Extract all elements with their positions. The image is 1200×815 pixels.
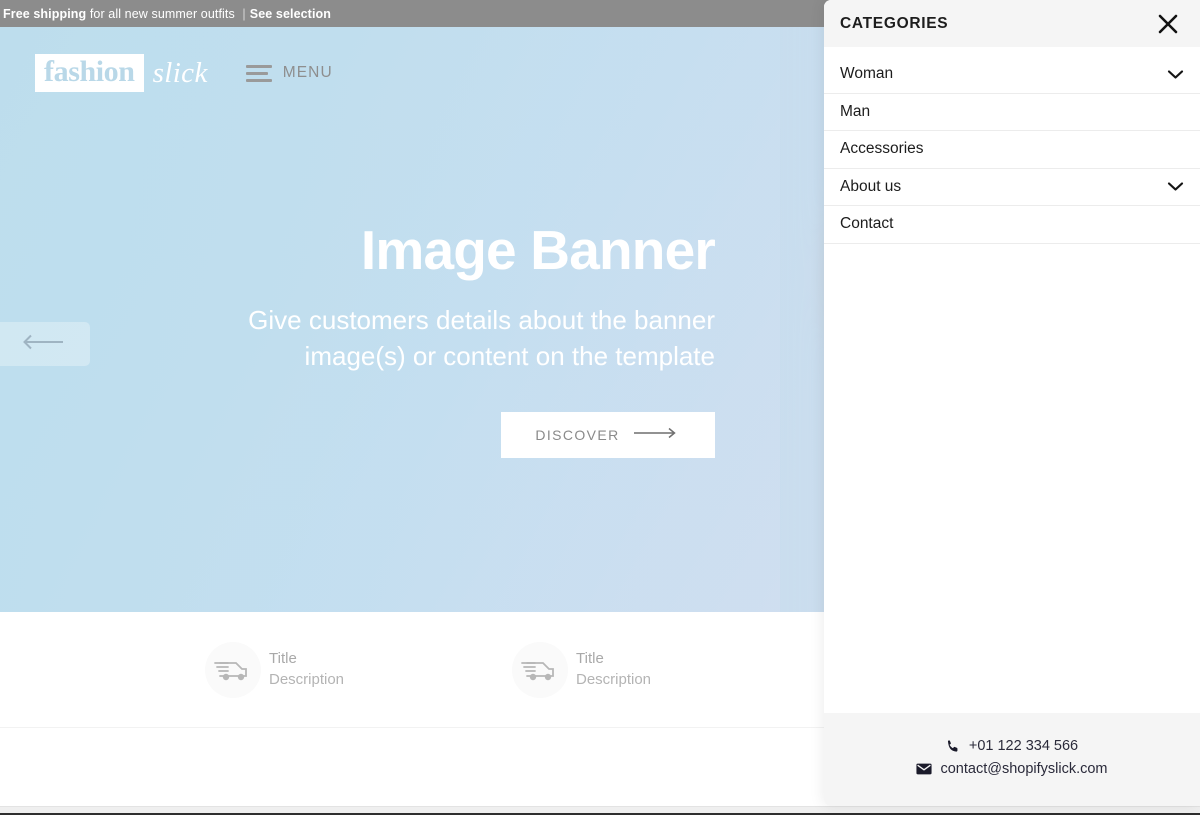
feature-title: Title [576, 650, 604, 668]
site-logo[interactable]: fashion slick [35, 54, 208, 92]
discover-button[interactable]: DISCOVER [501, 411, 715, 458]
arrow-left-icon [17, 333, 67, 356]
hero-title: Image Banner [360, 219, 716, 281]
window-bottom-edge [0, 806, 1200, 815]
feature-item: Title Description [205, 641, 512, 698]
feature-description: Description [576, 670, 652, 688]
feature-description: Description [269, 670, 345, 688]
nav-item-label: About us [840, 177, 902, 195]
nav-item-label: Man [840, 102, 871, 120]
email-address: contact@shopifyslick.com [940, 760, 1108, 777]
shipping-truck-icon [205, 641, 261, 698]
drawer-title: CATEGORIES [840, 14, 949, 32]
email-line[interactable]: contact@shopifyslick.com [824, 758, 1200, 780]
nav-item-contact[interactable]: Contact [824, 206, 1200, 244]
feature-text-block: Title Description [576, 649, 651, 690]
drawer-header: CATEGORIES [824, 0, 1200, 47]
announcement-bold-lead: Free shipping [3, 6, 87, 21]
close-icon[interactable] [1153, 9, 1183, 39]
hamburger-icon [245, 64, 272, 82]
shipping-truck-icon [512, 641, 568, 698]
phone-number: +01 122 334 566 [968, 738, 1079, 755]
announcement-text: Free shipping for all new summer outfits… [3, 7, 331, 21]
categories-drawer: CATEGORIES Woman Man Accessories About u… [824, 0, 1200, 806]
discover-button-label: DISCOVER [535, 426, 620, 443]
feature-title: Title [269, 650, 297, 668]
menu-toggle-button[interactable]: MENU [245, 64, 333, 82]
logo-word-slick: slick [152, 56, 208, 89]
nav-item-accessories[interactable]: Accessories [824, 131, 1200, 169]
menu-toggle-label: MENU [282, 64, 333, 81]
logo-word-fashion: fashion [35, 54, 144, 92]
phone-line[interactable]: +01 122 334 566 [824, 735, 1200, 757]
carousel-prev-button[interactable] [0, 322, 90, 366]
nav-item-about-us[interactable]: About us [824, 169, 1200, 206]
phone-icon [946, 739, 961, 754]
announcement-middle: for all new summer outfits [86, 6, 239, 21]
drawer-navigation: Woman Man Accessories About us Contact [824, 47, 1200, 714]
envelope-icon [916, 763, 933, 775]
hero-subtitle: Give customers details about the banner … [248, 305, 715, 372]
browser-viewport: Free shipping for all new summer outfits… [0, 0, 1200, 815]
chevron-down-icon[interactable] [1167, 69, 1184, 80]
nav-item-label: Woman [840, 65, 894, 83]
nav-item-label: Accessories [840, 140, 924, 158]
feature-text-block: Title Description [269, 649, 344, 690]
announcement-separator: | [242, 6, 246, 21]
arrow-right-icon [633, 427, 681, 442]
drawer-footer: +01 122 334 566 contact@shopifyslick.com [824, 713, 1200, 806]
announcement-link[interactable]: See selection [250, 7, 331, 21]
chevron-down-icon[interactable] [1167, 181, 1184, 192]
feature-item: Title Description [512, 641, 819, 698]
nav-item-man[interactable]: Man [824, 94, 1200, 131]
nav-item-label: Contact [840, 215, 894, 233]
nav-item-woman[interactable]: Woman [824, 56, 1200, 94]
